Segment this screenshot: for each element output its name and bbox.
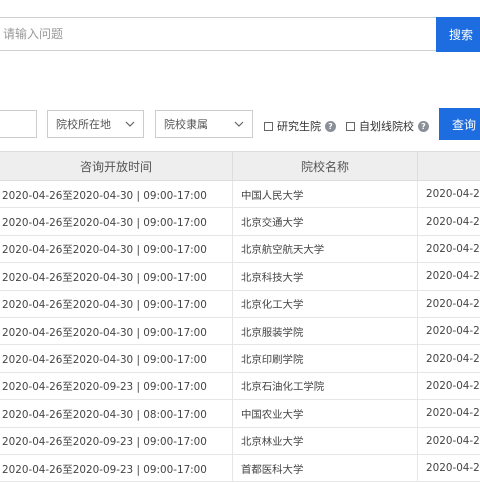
next-column-cell: 2020-04-26 xyxy=(426,325,480,338)
search-bar xyxy=(0,17,436,51)
help-circle-icon[interactable]: ? xyxy=(418,120,429,132)
consult-time-cell: 2020-04-26至2020-09-23 | 09:00-17:00 xyxy=(2,381,207,394)
table-row: 2020-04-26至2020-04-30 | 09:00-17:00 中国人民大… xyxy=(0,181,480,209)
table-row: 2020-04-26至2020-04-30 | 09:00-17:00 北京交通大… xyxy=(0,208,480,236)
consult-time-cell: 2020-04-26至2020-04-30 | 09:00-17:00 xyxy=(2,354,207,367)
graduate-school-checkbox[interactable]: 研究生院 ? xyxy=(264,118,336,134)
school-name-cell[interactable]: 北京化工大学 xyxy=(232,290,418,317)
table-row: 2020-04-26至2020-04-30 | 08:00-17:00 中国农业大… xyxy=(0,400,480,428)
consult-time-cell: 2020-04-26至2020-09-23 | 09:00-17:00 xyxy=(2,463,207,476)
table-row: 2020-04-26至2020-04-30 | 09:00-17:00 北京印刷学… xyxy=(0,345,480,373)
school-name-cell[interactable]: 中国人民大学 xyxy=(232,181,418,208)
school-name-cell[interactable]: 北京印刷学院 xyxy=(232,345,418,372)
school-name-cell[interactable]: 北京航空航天大学 xyxy=(232,235,418,263)
school-name-cell[interactable]: 北京交通大学 xyxy=(232,208,418,235)
header-school-name: 院校名称 xyxy=(232,152,418,180)
consult-time-cell: 2020-04-26至2020-04-30 | 09:00-17:00 xyxy=(2,189,207,202)
checkbox-box[interactable] xyxy=(264,121,273,131)
school-name-cell[interactable]: 北京石油化工学院 xyxy=(232,372,418,400)
affiliation-select-label: 院校隶属 xyxy=(164,118,208,131)
table-row: 2020-04-26至2020-04-30 | 09:00-17:00 北京航空航… xyxy=(0,235,480,264)
next-column-cell: 2020-04-26 xyxy=(426,407,480,420)
consult-time-cell: 2020-04-26至2020-04-30 | 09:00-17:00 xyxy=(2,217,207,230)
school-name-input[interactable] xyxy=(0,110,37,138)
search-input[interactable] xyxy=(0,18,436,50)
results-table: 咨询开放时间 院校名称 2020-04-26至2020-04-30 | 09:0… xyxy=(0,151,480,482)
affiliation-select[interactable]: 院校隶属 xyxy=(155,110,253,138)
school-name-cell[interactable]: 首都医科大学 xyxy=(232,454,418,482)
next-column-cell: 2020-04-26 xyxy=(426,188,480,201)
consult-time-cell: 2020-04-26至2020-04-30 | 09:00-17:00 xyxy=(2,299,207,312)
next-column-cell: 2020-04-27 xyxy=(426,434,480,447)
next-column-cell: 2020-04-26 xyxy=(426,242,480,255)
search-button[interactable]: 搜索 xyxy=(436,17,480,52)
table-row: 2020-04-26至2020-04-30 | 09:00-17:00 北京科技大… xyxy=(0,263,480,291)
self-line-checkbox[interactable]: 自划线院校 ? xyxy=(346,118,429,134)
query-button[interactable]: 查询 xyxy=(439,108,480,140)
consult-time-cell: 2020-04-26至2020-04-30 | 09:00-17:00 xyxy=(2,244,207,257)
next-column-cell: 2020-04-26 xyxy=(426,215,480,228)
next-column-cell: 2020-04-26 xyxy=(426,270,480,283)
table-row: 2020-04-26至2020-04-30 | 09:00-17:00 北京化工大… xyxy=(0,290,480,318)
table-row: 2020-04-26至2020-09-23 | 09:00-17:00 首都医科大… xyxy=(0,454,480,482)
next-column-cell: 2020-04-26 xyxy=(426,297,480,310)
table-row: 2020-04-26至2020-09-23 | 09:00-17:00 北京林业大… xyxy=(0,427,480,455)
chevron-down-icon xyxy=(234,121,244,127)
chevron-down-icon xyxy=(125,121,135,127)
consult-time-cell: 2020-04-26至2020-09-23 | 09:00-17:00 xyxy=(2,436,207,449)
header-consult-time: 咨询开放时间 xyxy=(79,159,152,174)
filter-row: 院校所在地 院校隶属 研究生院 ? 自划线院校 ? 查询 xyxy=(0,108,480,140)
table-header: 咨询开放时间 院校名称 xyxy=(0,151,480,181)
consult-time-cell: 2020-04-26至2020-04-30 | 09:00-17:00 xyxy=(2,326,207,339)
school-name-cell[interactable]: 北京服装学院 xyxy=(232,317,418,345)
graduate-school-label: 研究生院 xyxy=(277,120,321,133)
next-column-cell: 2020-04-26 xyxy=(426,462,480,475)
school-name-cell[interactable]: 北京科技大学 xyxy=(232,263,418,290)
table-body: 2020-04-26至2020-04-30 | 09:00-17:00 中国人民大… xyxy=(0,181,480,482)
school-name-cell[interactable]: 北京林业大学 xyxy=(232,427,418,454)
self-line-label: 自划线院校 xyxy=(359,120,414,133)
checkbox-box[interactable] xyxy=(346,121,355,131)
next-column-cell: 2020-04-26 xyxy=(426,352,480,365)
next-column-cell: 2020-04-26 xyxy=(426,379,480,392)
table-row: 2020-04-26至2020-04-30 | 09:00-17:00 北京服装学… xyxy=(0,317,480,346)
consult-time-cell: 2020-04-26至2020-04-30 | 08:00-17:00 xyxy=(2,408,207,421)
school-name-cell[interactable]: 中国农业大学 xyxy=(232,400,418,427)
location-select-label: 院校所在地 xyxy=(56,118,111,131)
help-circle-icon[interactable]: ? xyxy=(325,120,336,132)
location-select[interactable]: 院校所在地 xyxy=(47,110,144,138)
consult-time-cell: 2020-04-26至2020-04-30 | 09:00-17:00 xyxy=(2,271,207,284)
table-row: 2020-04-26至2020-09-23 | 09:00-17:00 北京石油化… xyxy=(0,372,480,401)
